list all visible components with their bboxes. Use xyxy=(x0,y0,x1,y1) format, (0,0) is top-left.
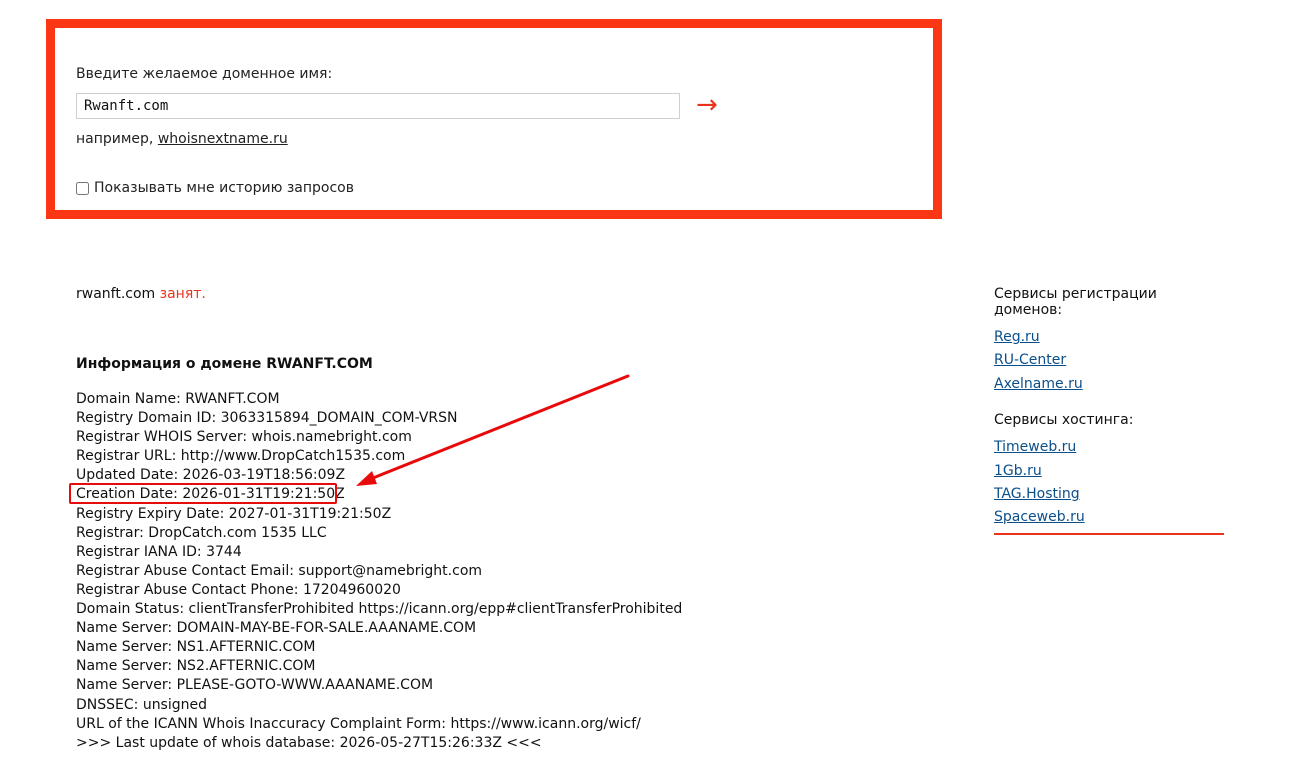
whois-line: Registrar WHOIS Server: whois.namebright… xyxy=(76,429,412,446)
whois-line: Registrar URL: http://www.DropCatch1535.… xyxy=(76,448,406,465)
whois-line: Domain Status: clientTransferProhibited … xyxy=(76,601,683,618)
submit-arrow-icon[interactable]: → xyxy=(696,90,718,120)
whois-line: Registry Domain ID: 3063315894_DOMAIN_CO… xyxy=(76,410,458,427)
creation-date-highlight xyxy=(69,483,337,504)
whois-line: URL of the ICANN Whois Inaccuracy Compla… xyxy=(76,715,641,732)
whois-line: Registry Expiry Date: 2027-01-31T19:21:5… xyxy=(76,505,392,522)
sidebar: Сервисы регистрации доменов: Reg.ru RU-Ce… xyxy=(994,286,1224,530)
whois-line: Name Server: NS1.AFTERNIC.COM xyxy=(76,639,316,656)
hosting-link[interactable]: 1Gb.ru xyxy=(994,460,1224,483)
domain-search-panel: Введите желаемое доменное имя: → наприме… xyxy=(46,19,942,219)
status-domain: rwanft.com xyxy=(76,286,156,302)
whois-line: Name Server: DOMAIN-MAY-BE-FOR-SALE.AAAN… xyxy=(76,620,477,637)
sidebar-divider xyxy=(994,533,1224,535)
registrar-link[interactable]: RU-Center xyxy=(994,349,1224,372)
hosting-links: Timeweb.ru 1Gb.ru TAG.Hosting Spaceweb.ru xyxy=(994,436,1224,530)
history-option[interactable]: Показывать мне историю запросов xyxy=(76,180,354,196)
search-label: Введите желаемое доменное имя: xyxy=(76,66,333,82)
hosting-link[interactable]: TAG.Hosting xyxy=(994,483,1224,506)
example-hint: например, whoisnextname.ru xyxy=(76,131,288,147)
hosting-link[interactable]: Spaceweb.ru xyxy=(994,506,1224,529)
example-prefix: например, xyxy=(76,131,154,147)
status-taken: занят. xyxy=(159,286,206,302)
history-checkbox[interactable] xyxy=(76,181,89,195)
availability-status: rwanft.com занят. xyxy=(76,286,206,302)
domain-input[interactable] xyxy=(76,93,680,119)
registrar-links: Reg.ru RU-Center Axelname.ru xyxy=(994,326,1224,396)
whois-line: Name Server: PLEASE-GOTO-WWW.AAANAME.COM xyxy=(76,677,434,694)
registrar-link[interactable]: Axelname.ru xyxy=(994,373,1224,396)
whois-line: Name Server: NS2.AFTERNIC.COM xyxy=(76,658,316,675)
whois-line: >>> Last update of whois database: 2026-… xyxy=(76,734,542,751)
hosting-link[interactable]: Timeweb.ru xyxy=(994,436,1224,459)
example-link[interactable]: whoisnextname.ru xyxy=(158,131,288,147)
whois-line: Registrar Abuse Contact Email: support@n… xyxy=(76,562,483,579)
registrars-title: Сервисы регистрации доменов: xyxy=(994,286,1157,318)
whois-title: Информация о домене RWANFT.COM xyxy=(76,356,373,372)
whois-line: Registrar Abuse Contact Phone: 172049600… xyxy=(76,581,401,598)
history-label: Показывать мне историю запросов xyxy=(94,180,354,196)
registrar-link[interactable]: Reg.ru xyxy=(994,326,1224,349)
whois-record: Domain Name: RWANFT.COM Registry Domain I… xyxy=(76,390,682,753)
whois-line: Domain Name: RWANFT.COM xyxy=(76,391,280,407)
whois-line: DNSSEC: unsigned xyxy=(76,696,208,713)
hosting-title: Сервисы хостинга: xyxy=(994,412,1134,429)
whois-line: Registrar IANA ID: 3744 xyxy=(76,543,242,560)
whois-line: Registrar: DropCatch.com 1535 LLC xyxy=(76,524,327,541)
